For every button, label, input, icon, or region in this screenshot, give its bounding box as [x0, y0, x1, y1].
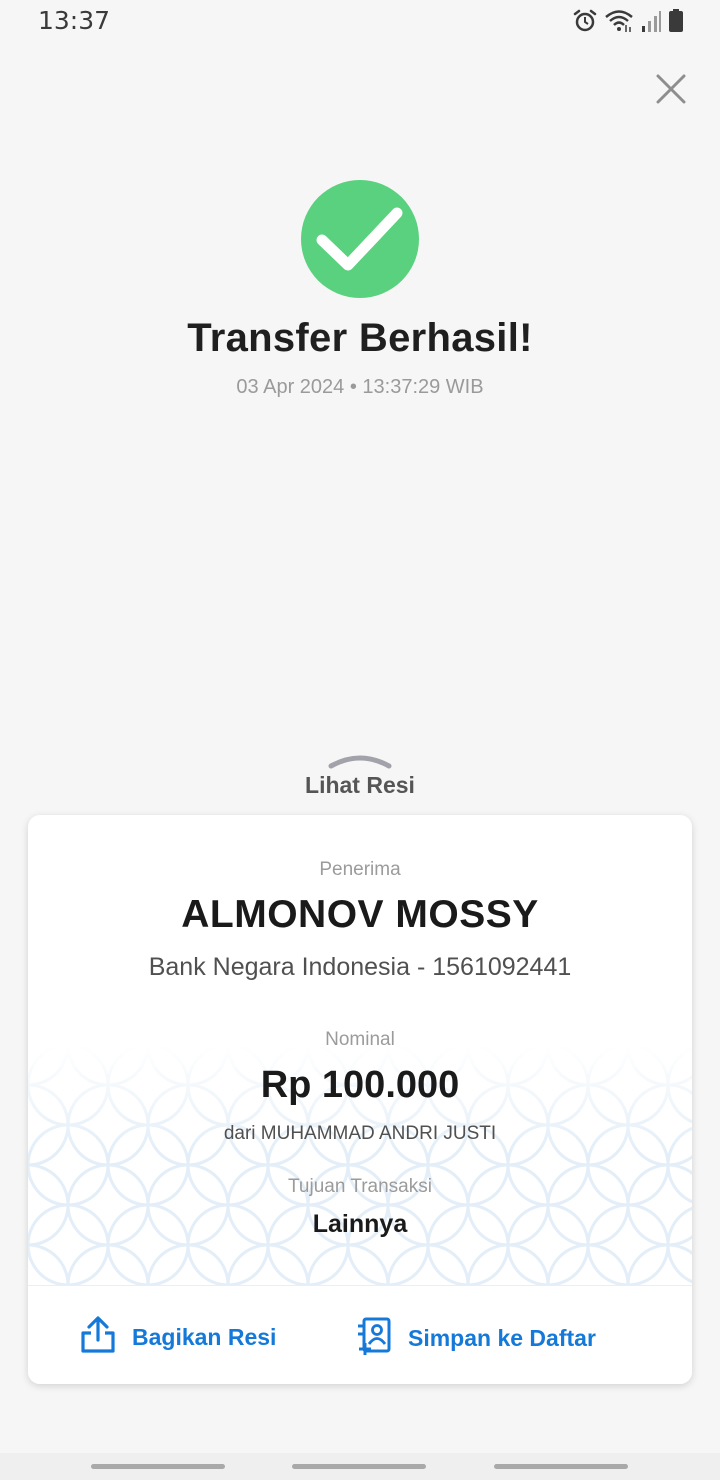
purpose-label: Tujuan Transaksi: [288, 1176, 432, 1197]
sender-info: dari MUHAMMAD ANDRI JUSTI: [223, 1123, 497, 1144]
battery-icon: [668, 8, 684, 39]
navigation-bar: [0, 1453, 720, 1480]
status-bar: 13:37: [0, 0, 720, 44]
amount-label: Nominal: [325, 1029, 395, 1050]
wifi-icon: [604, 8, 634, 39]
status-icons: [572, 8, 684, 39]
receipt-actions: Bagikan Resi Simpan ke Daftar: [28, 1285, 692, 1384]
view-receipt-label: Lihat Resi: [305, 772, 415, 798]
nav-home[interactable]: [292, 1464, 426, 1469]
contact-add-icon: [356, 1316, 392, 1361]
close-button[interactable]: [648, 68, 694, 114]
recipient-name: ALMONOV MOSSY: [181, 893, 539, 936]
check-circle-icon: [300, 179, 420, 299]
nav-recent-apps[interactable]: [91, 1464, 225, 1469]
view-receipt-toggle[interactable]: Lihat Resi: [260, 748, 460, 808]
recipient-bank: Bank Negara Indonesia - 1561092441: [148, 953, 572, 981]
save-to-list-button[interactable]: Simpan ke Daftar: [356, 1316, 596, 1361]
signal-icon: [640, 8, 662, 39]
purpose-value: Lainnya: [312, 1210, 408, 1238]
status-time: 13:37: [38, 6, 111, 35]
recipient-label: Penerima: [319, 859, 401, 880]
nav-back[interactable]: [494, 1464, 628, 1469]
save-to-list-label: Simpan ke Daftar: [408, 1325, 596, 1351]
share-receipt-button[interactable]: Bagikan Resi: [80, 1316, 276, 1359]
page-title: Transfer Berhasil!: [187, 316, 533, 360]
transaction-datetime: 03 Apr 2024 • 13:37:29 WIB: [236, 376, 484, 398]
share-icon: [80, 1316, 116, 1359]
alarm-icon: [572, 8, 598, 39]
receipt-card: Penerima ALMONOV MOSSY Bank Negara Indon…: [28, 815, 692, 1384]
close-icon: [656, 74, 686, 109]
amount-value: Rp 100.000: [260, 1064, 460, 1106]
share-receipt-label: Bagikan Resi: [132, 1324, 277, 1350]
